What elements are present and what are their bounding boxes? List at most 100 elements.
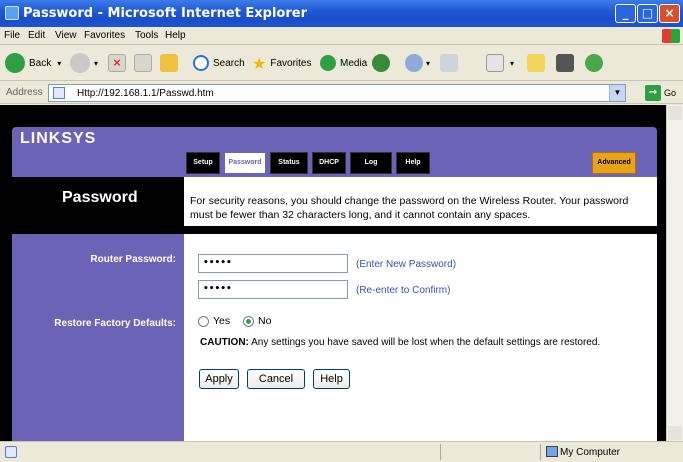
forward-dropdown-icon[interactable]: ▾ (94, 59, 98, 68)
page-icon (53, 87, 65, 99)
caution-message: Any settings you have saved will be lost… (251, 337, 601, 348)
stop-icon: × (108, 54, 126, 72)
media-button[interactable]: Media (320, 53, 367, 73)
restore-no-radio[interactable]: No (243, 315, 271, 327)
menu-tools[interactable]: Tools (135, 30, 158, 41)
intro-panel: For security reasons, you should change … (184, 177, 657, 226)
favorites-button[interactable]: ★ Favorites (252, 53, 311, 73)
router-tabs: Setup Password Status DHCP Log Help Adva… (186, 152, 646, 176)
password-field[interactable]: ••••• (198, 254, 348, 273)
menu-favorites[interactable]: Favorites (84, 30, 125, 41)
go-arrow-icon[interactable]: → (645, 85, 661, 101)
apply-button[interactable]: Apply (199, 369, 239, 389)
media-icon (320, 55, 336, 71)
caution-text: CAUTION: Any settings you have saved wil… (200, 337, 600, 348)
scroll-down-icon[interactable] (668, 426, 682, 440)
close-button[interactable]: × (659, 4, 680, 23)
home-icon (160, 54, 178, 72)
messenger-icon (585, 54, 603, 72)
address-dropdown-icon[interactable]: ▼ (609, 85, 625, 101)
window-title: Password - Microsoft Internet Explorer (23, 6, 307, 21)
menu-file[interactable]: File (4, 30, 20, 41)
scroll-up-icon[interactable] (668, 106, 682, 120)
mail-icon (405, 54, 423, 72)
form-label-panel: Router Password: Restore Factory Default… (12, 234, 184, 441)
vertical-scrollbar[interactable] (666, 105, 683, 441)
favorites-label: Favorites (270, 57, 312, 69)
address-bar: Address Http://192.168.1.1/Passwd.htm ▼ … (0, 82, 683, 104)
messenger-button[interactable] (585, 53, 603, 73)
linksys-logo: LINKSYS (20, 130, 97, 147)
home-button[interactable] (160, 53, 178, 73)
status-divider (440, 444, 441, 460)
ie-status-icon (5, 446, 17, 458)
security-zone: My Computer (560, 447, 621, 458)
confirm-password-field[interactable]: ••••• (198, 280, 348, 299)
caution-prefix: CAUTION: (200, 337, 249, 348)
mail-dropdown-icon[interactable]: ▾ (426, 59, 430, 68)
windows-logo-icon (662, 29, 680, 43)
star-icon: ★ (252, 53, 267, 73)
refresh-button[interactable] (134, 53, 152, 73)
browser-window: Password - Microsoft Internet Explorer _… (0, 0, 683, 462)
restore-defaults-label: Restore Factory Defaults: (54, 318, 176, 329)
edit-icon (486, 54, 504, 72)
radio-yes-icon (198, 315, 209, 327)
research-icon (556, 54, 574, 72)
discuss-button[interactable] (527, 53, 545, 73)
yes-label: Yes (213, 315, 231, 327)
no-label: No (258, 315, 272, 327)
maximize-button[interactable]: □ (637, 4, 658, 23)
page-content: LINKSYS Setup Password Status DHCP Log H… (0, 105, 666, 441)
menu-bar: File Edit View Favorites Tools Help (0, 27, 683, 45)
menu-view[interactable]: View (55, 30, 77, 41)
tab-password[interactable]: Password (224, 152, 266, 174)
search-icon (193, 55, 209, 71)
tab-dhcp[interactable]: DHCP (312, 152, 346, 174)
research-button[interactable] (556, 53, 574, 73)
print-icon (440, 54, 458, 72)
tab-advanced[interactable]: Advanced (592, 152, 636, 174)
computer-icon (546, 446, 558, 457)
tab-setup[interactable]: Setup (186, 152, 220, 174)
tab-log[interactable]: Log (350, 152, 392, 174)
address-input[interactable]: Http://192.168.1.1/Passwd.htm ▼ (48, 84, 626, 102)
search-label: Search (213, 57, 245, 69)
router-password-label: Router Password: (90, 254, 176, 265)
search-button[interactable]: Search (193, 53, 245, 73)
print-button[interactable] (440, 53, 458, 73)
title-bar: Password - Microsoft Internet Explorer _… (0, 0, 683, 27)
edit-dropdown-icon[interactable]: ▾ (510, 59, 514, 68)
back-button[interactable]: Back ▾ (5, 53, 61, 73)
stop-button[interactable]: × (108, 53, 126, 73)
enter-password-hint: (Enter New Password) (356, 259, 457, 270)
menu-help[interactable]: Help (165, 30, 186, 41)
confirm-password-hint: (Re-enter to Confirm) (356, 285, 451, 296)
back-label: Back (29, 57, 52, 69)
forward-button[interactable]: ▾ (70, 53, 98, 73)
mail-button[interactable]: ▾ (405, 53, 430, 73)
ie-window-icon (5, 6, 19, 20)
history-icon (372, 54, 390, 72)
back-arrow-icon (5, 53, 25, 73)
status-bar: My Computer (0, 441, 683, 462)
intro-text: For security reasons, you should change … (190, 195, 629, 221)
address-label: Address (6, 87, 43, 98)
menu-edit[interactable]: Edit (28, 30, 45, 41)
restore-yes-radio[interactable]: Yes (198, 315, 230, 327)
status-divider (540, 444, 541, 460)
cancel-button[interactable]: Cancel (247, 369, 305, 389)
go-label[interactable]: Go (664, 88, 676, 98)
folder-icon (527, 54, 545, 72)
media-label: Media (340, 57, 368, 69)
radio-no-icon (243, 315, 254, 327)
top-band (0, 105, 666, 127)
back-dropdown-icon[interactable]: ▾ (57, 59, 61, 68)
help-button[interactable]: Help (313, 369, 350, 389)
history-button[interactable] (372, 53, 390, 73)
forward-arrow-icon (70, 53, 90, 73)
minimize-button[interactable]: _ (615, 4, 636, 23)
tab-status[interactable]: Status (270, 152, 308, 174)
edit-button[interactable]: ▾ (486, 53, 514, 73)
tab-help[interactable]: Help (396, 152, 430, 174)
